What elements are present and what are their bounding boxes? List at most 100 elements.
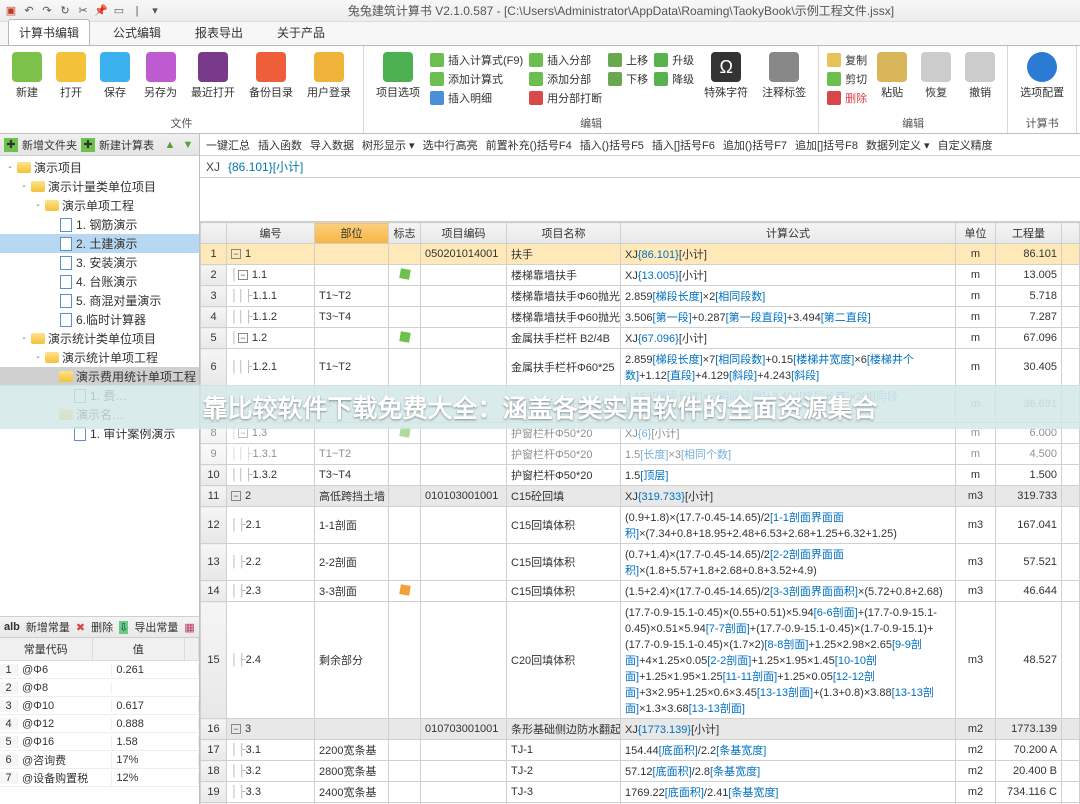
tree-item[interactable]: 3. 安装演示 xyxy=(0,253,199,272)
move-up-button[interactable]: 上移 xyxy=(608,52,648,68)
recent-button[interactable]: 最近打开 xyxy=(187,50,239,102)
project-option-button[interactable]: 项目选项 xyxy=(372,50,424,102)
table-row[interactable]: 13│ ├ 2.22-2剖面C15回填体积(0.7+1.4)×(17.7-0.4… xyxy=(201,544,1080,581)
grid-column-header[interactable]: 项目编码 xyxy=(421,223,507,244)
table-row[interactable]: 5│ −1.2金属扶手栏杆 B2/4BXJ{67.096}[小计]m67.096 xyxy=(201,328,1080,349)
qat-clear[interactable]: ▭ xyxy=(112,4,126,18)
grid-column-header[interactable] xyxy=(1062,223,1080,244)
grid-column-header[interactable] xyxy=(201,223,227,244)
upgrade-button[interactable]: 升级 xyxy=(654,52,694,68)
add-const-button[interactable]: 新增常量 xyxy=(26,619,70,635)
special-char-button[interactable]: Ω特殊字符 xyxy=(700,50,752,102)
backup-button[interactable]: 备份目录 xyxy=(245,50,297,102)
toolbar-item[interactable]: 插入()括号F5 xyxy=(580,137,644,153)
table-row[interactable]: 6│ │ ├ 1.2.1T1~T2金属扶手栏杆Φ60*252.859[梯段长度]… xyxy=(201,349,1080,386)
qat-pin[interactable]: 📌 xyxy=(94,4,108,18)
table-row[interactable]: 4│ │ ├ 1.1.2T3~T4楼梯靠墙扶手Φ60抛光3.506[第一段]+0… xyxy=(201,307,1080,328)
tab-report-export[interactable]: 报表导出 xyxy=(184,19,254,45)
const-row[interactable]: 3@Φ100.617 xyxy=(0,697,199,715)
copy-button[interactable]: 复制 xyxy=(827,52,867,68)
table-row[interactable]: 15│ ├ 2.4剩余部分C20回填体积(17.7-0.9-15.1-0.45)… xyxy=(201,602,1080,719)
tree-item[interactable]: 1. 费… xyxy=(0,386,199,405)
toolbar-item[interactable]: 一键汇总 xyxy=(206,137,250,153)
del-const-button[interactable]: 删除 xyxy=(91,619,113,635)
toolbar-item[interactable]: 数据列定义 ▾ xyxy=(866,137,930,153)
formula-bar[interactable]: XJ {86.101}[小计] xyxy=(200,156,1080,178)
option-config-button[interactable]: 选项配置 xyxy=(1016,50,1068,102)
table-row[interactable]: 7│ │ ├ 1.2.2T3~T4金属扶手栏杆Φ60*254.153[梯段长度]… xyxy=(201,386,1080,423)
insert-calc-button[interactable]: 插入计算式(F9) xyxy=(430,52,523,68)
tree-toggle-icon[interactable]: - xyxy=(18,333,30,344)
grid-column-header[interactable]: 编号 xyxy=(227,223,315,244)
qat-undo[interactable]: ↶ xyxy=(22,4,36,18)
table-row[interactable]: 2│ −1.1楼梯靠墙扶手XJ{13.005}[小计]m13.005 xyxy=(201,265,1080,286)
toolbar-item[interactable]: 前置补充()括号F4 xyxy=(486,137,572,153)
tree-item[interactable]: -演示统计单项工程 xyxy=(0,348,199,367)
grid-column-header[interactable]: 项目名称 xyxy=(507,223,621,244)
const-row[interactable]: 5@Φ161.58 xyxy=(0,733,199,751)
saveas-button[interactable]: 另存为 xyxy=(140,50,181,102)
grid-column-header[interactable]: 计算公式 xyxy=(621,223,956,244)
const-row[interactable]: 6@咨询费17% xyxy=(0,751,199,769)
constants-table[interactable]: 1@Φ60.2612@Φ83@Φ100.6174@Φ120.8885@Φ161.… xyxy=(0,661,199,804)
toolbar-item[interactable]: 导入数据 xyxy=(310,137,354,153)
tree-toggle-icon[interactable]: - xyxy=(4,162,16,173)
qat-refresh[interactable]: ↻ xyxy=(58,4,72,18)
tree-item[interactable]: 演示名… xyxy=(0,405,199,424)
toolbar-item[interactable]: 追加()括号F7 xyxy=(723,137,787,153)
grid-column-header[interactable]: 标志 xyxy=(389,223,421,244)
del-const-icon[interactable]: ✖ xyxy=(76,621,85,634)
table-row[interactable]: 19│ ├ 3.32400宽条基TJ-31769.22[底面积]/2.41[条基… xyxy=(201,782,1080,803)
table-row[interactable]: 3│ │ ├ 1.1.1T1~T2楼梯靠墙扶手Φ60抛光2.859[梯段长度]×… xyxy=(201,286,1080,307)
grid-column-header[interactable]: 部位 xyxy=(315,223,389,244)
toolbar-item[interactable]: 追加[]括号F8 xyxy=(795,137,858,153)
add-folder-label[interactable]: 新增文件夹 xyxy=(22,137,77,153)
table-row[interactable]: 8│ −1.3护窗栏杆Φ50*20XJ{6}[小计]m6.000 xyxy=(201,423,1080,444)
break-part-button[interactable]: 用分部打断 xyxy=(529,90,602,106)
open-button[interactable]: 打开 xyxy=(52,50,90,102)
delete-button[interactable]: 删除 xyxy=(827,90,867,106)
tab-formula-edit[interactable]: 公式编辑 xyxy=(102,19,172,45)
table-row[interactable]: 11−2高低跨挡土墙010103001001C15砼回填XJ{319.733}[… xyxy=(201,486,1080,507)
tree-item[interactable]: 1. 钢筋演示 xyxy=(0,215,199,234)
tree-item[interactable]: -演示单项工程 xyxy=(0,196,199,215)
const-row[interactable]: 2@Φ8 xyxy=(0,679,199,697)
const-row[interactable]: 4@Φ120.888 xyxy=(0,715,199,733)
const-row[interactable]: 7@设备购置税12% xyxy=(0,769,199,787)
add-sheet-icon[interactable]: ✚ xyxy=(81,138,95,152)
toolbar-item[interactable]: 自定义精度 xyxy=(938,137,993,153)
add-sheet-label[interactable]: 新建计算表 xyxy=(99,137,154,153)
paste-button[interactable]: 粘贴 xyxy=(873,50,911,102)
qat-cut[interactable]: ✂ xyxy=(76,4,90,18)
tree-item[interactable]: 演示费用统计单项工程 xyxy=(0,367,199,386)
const-misc-icon[interactable]: ▦ xyxy=(184,621,194,634)
qat-more[interactable]: ▾ xyxy=(148,4,162,18)
restore-button[interactable]: 恢复 xyxy=(917,50,955,102)
tree-item[interactable]: 5. 商混对量演示 xyxy=(0,291,199,310)
toolbar-item[interactable]: 插入[]括号F6 xyxy=(652,137,715,153)
add-calc-button[interactable]: 添加计算式 xyxy=(430,71,523,87)
sidebar-down-icon[interactable]: ▼ xyxy=(181,138,195,152)
cut-button[interactable]: 剪切 xyxy=(827,71,867,87)
add-part-button[interactable]: 添加分部 xyxy=(529,71,602,87)
export-const-icon[interactable]: ⇩ xyxy=(119,621,128,634)
table-row[interactable]: 16−3010703001001条形基础侧边防水翻起XJ{1773.139}[小… xyxy=(201,719,1080,740)
table-row[interactable]: 9│ │ ├ 1.3.1T1~T2护窗栏杆Φ50*201.5[长度]×3[相同个… xyxy=(201,444,1080,465)
note-tag-button[interactable]: 注释标签 xyxy=(758,50,810,102)
const-row[interactable]: 1@Φ60.261 xyxy=(0,661,199,679)
tree-item[interactable]: 6.临时计算器 xyxy=(0,310,199,329)
sidebar-up-icon[interactable]: ▲ xyxy=(163,138,177,152)
table-row[interactable]: 14│ ├ 2.33-3剖面C15回填体积(1.5+2.4)×(17.7-0.4… xyxy=(201,581,1080,602)
add-folder-icon[interactable]: ✚ xyxy=(4,138,18,152)
undo-button[interactable]: 撤销 xyxy=(961,50,999,102)
table-row[interactable]: 10│ │ ├ 1.3.2T3~T4护窗栏杆Φ50*201.5[顶层]m1.50… xyxy=(201,465,1080,486)
qat-redo[interactable]: ↷ xyxy=(40,4,54,18)
table-row[interactable]: 12│ ├ 2.11-1剖面C15回填体积(0.9+1.8)×(17.7-0.4… xyxy=(201,507,1080,544)
toolbar-item[interactable]: 插入函数 xyxy=(258,137,302,153)
grid-column-header[interactable]: 单位 xyxy=(956,223,996,244)
new-button[interactable]: 新建 xyxy=(8,50,46,102)
user-login-button[interactable]: 用户登录 xyxy=(303,50,355,102)
tab-about[interactable]: 关于产品 xyxy=(266,19,336,45)
move-down-button[interactable]: 下移 xyxy=(608,71,648,87)
data-grid[interactable]: 编号部位标志项目编码项目名称计算公式单位工程量 1−1050201014001扶… xyxy=(200,222,1080,804)
